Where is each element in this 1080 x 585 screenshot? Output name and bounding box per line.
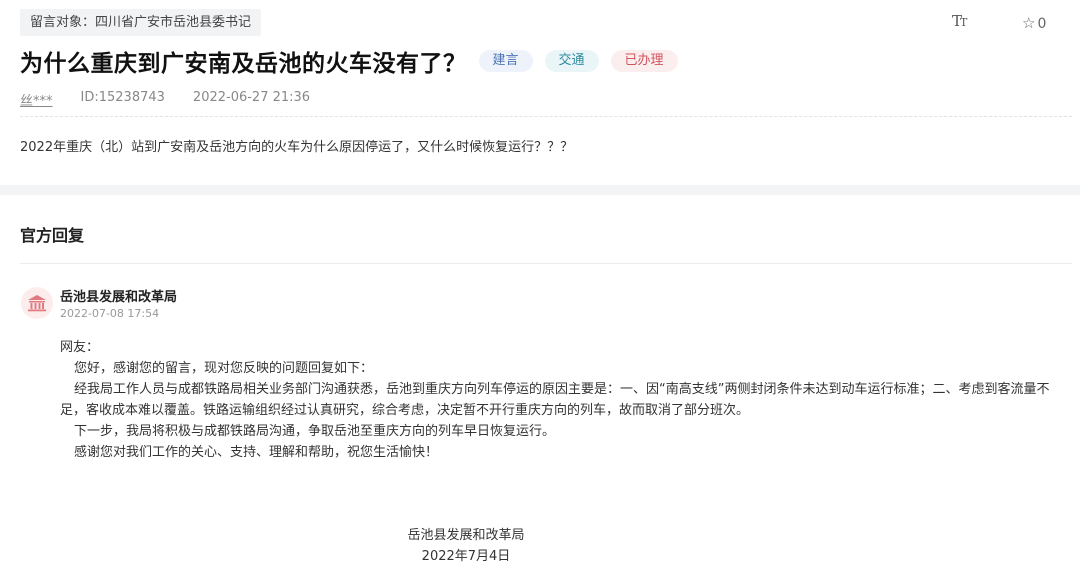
message-target-label: 留言对象：四川省广安市岳池县委书记	[20, 9, 262, 36]
reply-paragraph: 您好，感谢您的留言，现对您反映的问题回复如下：	[74, 361, 374, 376]
reply-body: 网友： 您好，感谢您的留言，现对您反映的问题回复如下： 经我局工作人员与成都铁路…	[60, 337, 1072, 463]
star-icon: ☆	[1022, 14, 1036, 32]
tag-suggestion[interactable]: 建言	[478, 50, 533, 72]
avatar	[21, 287, 53, 319]
message-time: 2022-06-27 21:36	[192, 90, 311, 105]
signature-date: 2022年7月4日	[421, 549, 511, 564]
reply-paragraph: 下一步，我局将积极与成都铁路局沟通，争取岳池至重庆方向的列车早日恢复运行。	[74, 424, 556, 439]
department-name: 岳池县发展和改革局	[60, 290, 178, 305]
author-name[interactable]: 丝***	[20, 90, 53, 109]
divider	[20, 116, 1072, 117]
title-row: 为什么重庆到广安南及岳池的火车没有了？ 建言 交通 已办理	[20, 44, 678, 78]
reply-paragraph: 感谢您对我们工作的关心、支持、理解和帮助，祝您生活愉快！	[74, 445, 439, 460]
tag-traffic[interactable]: 交通	[544, 50, 599, 72]
status-badge: 已办理	[610, 50, 678, 72]
text-size-icon[interactable]: TT	[952, 12, 967, 30]
signature-department: 岳池县发展和改革局	[407, 528, 525, 543]
reply-greeting: 网友：	[60, 340, 100, 355]
message-meta: 丝*** ID:15238743 2022-06-27 21:36	[20, 90, 338, 109]
reply-heading: 官方回复	[20, 226, 85, 245]
reply-paragraph: 经我局工作人员与成都铁路局相关业务部门沟通获悉，岳池到重庆方向列车停运的原因主要…	[60, 382, 1050, 418]
message-id: ID:15238743	[80, 90, 165, 105]
government-building-icon	[28, 295, 46, 312]
reply-time: 2022-07-08 17:54	[60, 307, 160, 320]
message-section: 留言对象：四川省广安市岳池县委书记 TT ☆ 0 为什么重庆到广安南及岳池的火车没…	[0, 0, 1080, 185]
favorite-button[interactable]: ☆ 0	[1022, 14, 1046, 32]
page-title: 为什么重庆到广安南及岳池的火车没有了？	[20, 51, 467, 77]
divider	[20, 263, 1072, 264]
favorite-count: 0	[1037, 16, 1047, 32]
message-content: 2022年重庆（北）站到广安南及岳池方向的火车为什么原因停运了，又什么时候恢复运…	[20, 140, 574, 155]
section-separator	[0, 185, 1080, 195]
